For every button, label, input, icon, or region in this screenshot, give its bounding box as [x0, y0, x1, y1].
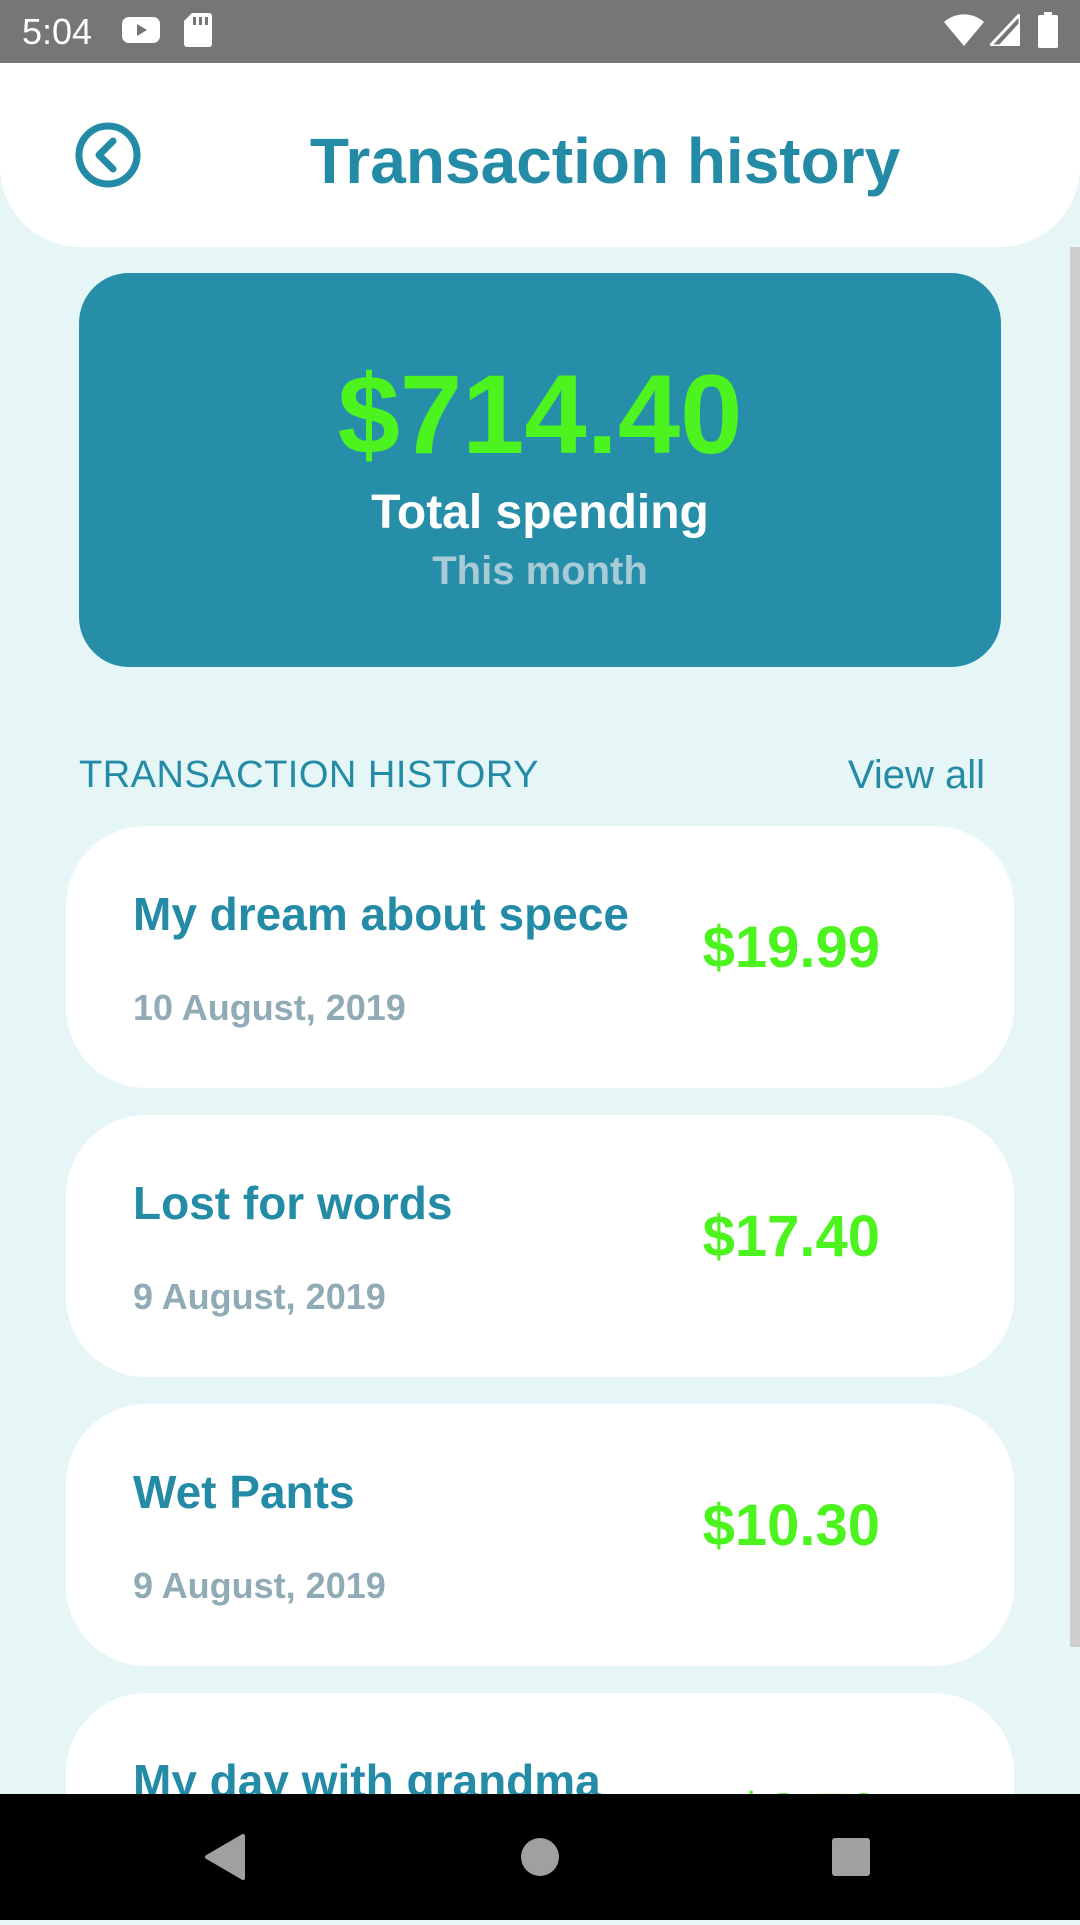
- youtube-icon: [122, 17, 160, 43]
- signal-icon: [990, 14, 1020, 46]
- transaction-item[interactable]: Wet Pants 9 August, 2019 $10.30: [66, 1404, 1014, 1666]
- transaction-title: My day with grandma: [133, 1755, 601, 1794]
- transaction-title: Lost for words: [133, 1177, 453, 1229]
- transaction-date: 10 August, 2019: [133, 987, 406, 1028]
- transaction-title: Wet Pants: [133, 1466, 355, 1518]
- total-amount: $714.40: [337, 352, 743, 477]
- summary-card: $714.40 Total spending This month: [79, 273, 1001, 667]
- transaction-item[interactable]: My dream about spece 10 August, 2019 $19…: [66, 826, 1014, 1088]
- transaction-amount: $19.99: [702, 915, 880, 980]
- transaction-date: 9 August, 2019: [133, 1565, 386, 1606]
- transaction-amount: $10.30: [702, 1493, 880, 1558]
- nav-home-button[interactable]: [465, 1794, 615, 1920]
- total-spending-label: Total spending: [371, 486, 709, 539]
- app-header: Transaction history: [0, 63, 1080, 247]
- battery-icon: [1038, 12, 1058, 48]
- sd-card-icon: [184, 13, 212, 47]
- transaction-item[interactable]: My day with grandma $8.70: [66, 1693, 1014, 1794]
- transaction-title: My dream about spece: [133, 888, 629, 940]
- scrollbar[interactable]: [1070, 247, 1080, 1647]
- view-all-link[interactable]: View all: [848, 752, 985, 798]
- recents-square-icon: [832, 1838, 870, 1876]
- transaction-item[interactable]: Lost for words 9 August, 2019 $17.40: [66, 1115, 1014, 1377]
- transaction-amount: $17.40: [702, 1204, 880, 1269]
- back-triangle-icon: [205, 1834, 245, 1880]
- nav-recents-button[interactable]: [776, 1794, 926, 1920]
- home-circle-icon: [521, 1838, 559, 1876]
- transaction-date: 9 August, 2019: [133, 1276, 386, 1317]
- section-title: TRANSACTION HISTORY: [79, 754, 539, 796]
- transaction-amount: $8.70: [735, 1781, 880, 1794]
- wifi-icon: [944, 14, 984, 46]
- nav-back-button[interactable]: [150, 1794, 300, 1920]
- screen-viewport: $714.40 Total spending This month TRANSA…: [0, 0, 1080, 1794]
- period-label: This month: [432, 549, 648, 593]
- navigation-bar: [0, 1794, 1080, 1920]
- page-title: Transaction history: [309, 125, 901, 197]
- status-bar: 5:04: [0, 0, 1080, 63]
- status-time: 5:04: [22, 11, 93, 52]
